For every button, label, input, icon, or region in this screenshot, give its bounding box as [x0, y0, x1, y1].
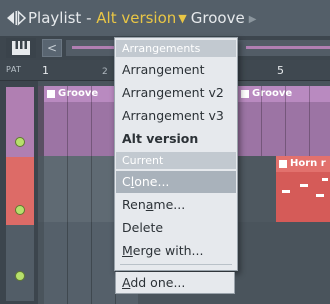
clip-label: Groove [252, 88, 293, 99]
clip-groove-2[interactable]: Groove [238, 86, 330, 156]
pattern-clip-icon [241, 90, 249, 98]
menu-section-arrangements: Arrangements [116, 40, 236, 57]
piano-keys-icon[interactable] [6, 38, 36, 58]
menu-item-arrangement-v3[interactable]: Arrangement v3 [116, 105, 236, 127]
clip-label: Groove [58, 88, 99, 99]
arrangement-dropdown-menu: Arrangements Arrangement Arrangement v2 … [114, 37, 238, 271]
bar-number-2: 2 [102, 67, 108, 77]
window-title: Playlist - Alt version ▼ Groove ▶ [28, 9, 256, 30]
pat-label: PAT [6, 65, 22, 74]
arrangement-selector[interactable]: Alt version [96, 9, 176, 27]
track-3-mute-led[interactable] [15, 271, 25, 281]
clip-label: Horn r [290, 158, 326, 169]
scroll-left-button[interactable]: < [42, 39, 62, 57]
track-1-mute-led[interactable] [15, 137, 25, 147]
bar-number-5: 5 [277, 64, 284, 77]
menu-item-arrangement-v2[interactable]: Arrangement v2 [116, 82, 236, 104]
clip-horn[interactable]: Horn r [276, 156, 330, 222]
track-3-color[interactable] [6, 225, 34, 301]
track-2-mute-led[interactable] [15, 205, 25, 215]
track-headers [0, 81, 38, 304]
title-prefix: Playlist - [28, 9, 97, 27]
menu-item-arrangement[interactable]: Arrangement [116, 59, 236, 81]
menu-item-add-one[interactable]: Add one... [115, 272, 235, 294]
pattern-name[interactable]: Groove [191, 9, 245, 27]
pattern-clip-icon [279, 160, 287, 168]
chevron-right-icon[interactable]: ▶ [249, 11, 257, 29]
menu-item-rename[interactable]: Rename... [116, 194, 236, 216]
playlist-arrows-icon[interactable] [6, 9, 26, 27]
pattern-clip-icon [47, 90, 55, 98]
menu-section-current-arrangement: Current Arrangement [116, 152, 236, 184]
chevron-down-icon[interactable]: ▼ [178, 10, 186, 28]
menu-item-merge-with[interactable]: Merge with... [116, 240, 236, 262]
menu-item-alt-version[interactable]: Alt version [116, 128, 236, 150]
menu-item-delete[interactable]: Delete [116, 217, 236, 239]
menu-separator [120, 264, 232, 265]
menu-item-clone[interactable]: Clone... [116, 171, 236, 193]
bar-number-1: 1 [42, 64, 49, 77]
